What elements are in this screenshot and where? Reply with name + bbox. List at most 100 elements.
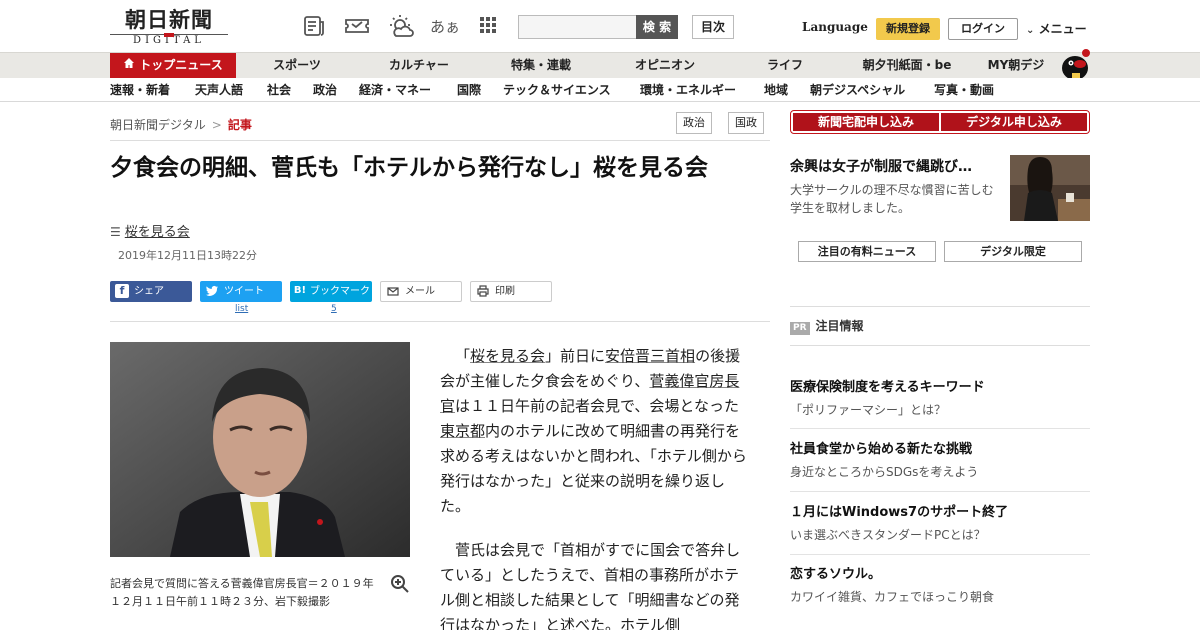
nav2-tech-science[interactable]: テック＆サイエンス xyxy=(503,78,611,102)
search-button[interactable]: 検 索 xyxy=(636,15,678,39)
home-icon xyxy=(123,53,135,78)
breadcrumb-separator: > xyxy=(211,118,222,132)
login-button[interactable]: ログイン xyxy=(948,18,1018,40)
photo-caption: 記者会見で質問に答える菅義偉官房長官＝２０１９年１２月１１日午前１１時２３分、岩… xyxy=(110,577,374,608)
menu-label: メニュー xyxy=(1038,22,1087,36)
nav-features[interactable]: 特集・連載 xyxy=(496,53,586,78)
nav2-special[interactable]: 朝デジスペシャル xyxy=(810,78,905,102)
mail-share-button[interactable]: メール xyxy=(380,281,462,302)
divider xyxy=(790,306,1090,307)
pr-list-item[interactable]: １月にはWindows7のサポート終了 いま選ぶべきスタンダードPCとは？ xyxy=(790,503,1090,545)
pr-item-title[interactable]: 社員食堂から始める新たな挑戦 xyxy=(790,440,1090,460)
pr-item-subtitle: 「ポリファーマシー」とは？ xyxy=(790,403,947,417)
mascot-icon[interactable] xyxy=(1058,46,1092,80)
print-label: 印刷 xyxy=(495,286,515,297)
divider xyxy=(790,428,1090,429)
secondary-nav: 速報・新着 天声人語 社会 政治 経済・マネー 国際 テック＆サイエンス 環境・… xyxy=(0,78,1200,102)
primary-nav: トップニュース スポーツ カルチャー 特集・連載 オピニオン ライフ 朝夕刊紙面… xyxy=(0,52,1200,78)
nav2-society[interactable]: 社会 xyxy=(267,78,291,102)
twitter-count-link[interactable]: list xyxy=(235,304,248,314)
divider xyxy=(790,345,1090,346)
article-paragraph: 「桜を見る会」前日に安倍晋三首相の後援会が主催した夕食会をめぐり、菅義偉官房長官… xyxy=(440,344,750,519)
nav-top-news[interactable]: トップニュース xyxy=(110,53,236,78)
pr-item-subtitle: カワイイ雑貨、カフェでほっこり朝食 xyxy=(790,590,995,604)
list-icon: ☰ xyxy=(110,225,121,239)
nav-culture[interactable]: カルチャー xyxy=(374,53,464,78)
promo-description: 大学サークルの理不尽な慣習に苦しむ学生を取材しました。 xyxy=(790,183,994,215)
nav2-breaking[interactable]: 速報・新着 xyxy=(110,78,170,102)
nav2-photo-video[interactable]: 写真・動画 xyxy=(934,78,994,102)
nav2-region[interactable]: 地域 xyxy=(764,78,788,102)
hatena-count-link[interactable]: 5 xyxy=(331,304,337,314)
weather-icon[interactable] xyxy=(386,14,416,40)
keyword-link-abe[interactable]: 安倍晋三首相 xyxy=(605,347,695,365)
nav2-economy[interactable]: 経済・マネー xyxy=(359,78,431,102)
newspaper-icon[interactable] xyxy=(301,14,327,40)
pr-list-item[interactable]: 医療保険制度を考えるキーワード 「ポリファーマシー」とは？ xyxy=(790,378,1090,420)
zoom-icon[interactable] xyxy=(390,574,410,594)
pr-item-title[interactable]: １月にはWindows7のサポート終了 xyxy=(790,503,1090,523)
register-button[interactable]: 新規登録 xyxy=(876,18,940,40)
site-logo[interactable]: 朝日新聞 DIGITAL xyxy=(110,8,228,48)
apps-grid-icon[interactable] xyxy=(475,14,501,40)
facebook-share-button[interactable]: f シェア xyxy=(110,281,192,302)
search-input[interactable] xyxy=(518,15,636,39)
series-label[interactable]: 桜を見る会 xyxy=(125,225,190,240)
nav2-politics[interactable]: 政治 xyxy=(313,78,337,102)
article-headline: 夕食会の明細、菅氏も「ホテルから発行なし」桜を見る会 xyxy=(110,155,708,181)
pr-list-item[interactable]: 社員食堂から始める新たな挑戦 身近なところからSDGsを考えよう xyxy=(790,440,1090,482)
twitter-share-button[interactable]: ツイート xyxy=(200,281,282,302)
pr-item-subtitle: 身近なところからSDGsを考えよう xyxy=(790,465,979,479)
hatena-icon: B! xyxy=(293,285,307,296)
keyword-link-sakura[interactable]: 桜を見る会 xyxy=(470,347,545,365)
menu-button[interactable]: ⌄ メニュー xyxy=(1026,20,1087,37)
article-date: 2019年12月11日13時22分 xyxy=(118,249,257,262)
pr-item-title[interactable]: 恋するソウル。 xyxy=(790,565,1090,585)
article-photo[interactable] xyxy=(110,342,410,557)
paid-news-button[interactable]: 注目の有料ニュース xyxy=(798,241,936,262)
subscription-box: 新聞宅配申し込み デジタル申し込み xyxy=(790,110,1090,134)
hatena-bookmark-button[interactable]: B! ブックマーク xyxy=(290,281,372,302)
divider xyxy=(790,491,1090,492)
pr-heading-label: 注目情報 xyxy=(815,319,864,333)
toc-button[interactable]: 目次 xyxy=(692,15,734,39)
mail-share-label: メール xyxy=(405,286,435,297)
keyword-link-tokyo[interactable]: 東京都 xyxy=(440,422,485,440)
nav2-tenseijingo[interactable]: 天声人語 xyxy=(195,78,243,102)
ticket-icon[interactable] xyxy=(342,14,372,40)
printer-icon xyxy=(476,285,490,299)
chevron-down-icon: ⌄ xyxy=(1026,25,1035,36)
tag-politics[interactable]: 政治 xyxy=(676,112,712,134)
nav2-environment[interactable]: 環境・エネルギー xyxy=(640,78,736,102)
series-link[interactable]: ☰ 桜を見る会 xyxy=(110,221,190,240)
font-size-icon[interactable]: あぁ xyxy=(430,14,460,40)
newspaper-subscribe-button[interactable]: 新聞宅配申し込み xyxy=(793,113,939,131)
nav-opinion[interactable]: オピニオン xyxy=(620,53,710,78)
tag-national-politics[interactable]: 国政 xyxy=(728,112,764,134)
hatena-share-label: ブックマーク xyxy=(310,286,370,297)
print-button[interactable]: 印刷 xyxy=(470,281,552,302)
facebook-share-label: シェア xyxy=(134,286,164,297)
pr-list-item[interactable]: 恋するソウル。 カワイイ雑貨、カフェでほっこり朝食 xyxy=(790,565,1090,607)
article-body: 「桜を見る会」前日に安倍晋三首相の後援会が主催した夕食会をめぐり、菅義偉官房長官… xyxy=(440,344,750,630)
pr-item-subtitle: いま選ぶべきスタンダードPCとは？ xyxy=(790,528,986,542)
digital-only-button[interactable]: デジタル限定 xyxy=(944,241,1082,262)
twitter-share-label: ツイート xyxy=(224,286,264,297)
digital-subscribe-button[interactable]: デジタル申し込み xyxy=(941,113,1087,131)
twitter-bird-icon xyxy=(205,284,219,298)
divider xyxy=(110,321,770,322)
nav-life[interactable]: ライフ xyxy=(750,53,820,78)
nav-paper-edition[interactable]: 朝夕刊紙面・be xyxy=(848,53,966,78)
article-paragraph: 菅氏は会見で「首相がすでに国会で答弁している」としたうえで、首相の事務所がホテル… xyxy=(440,541,741,630)
text-span: 」前日に xyxy=(545,347,606,365)
breadcrumb-home[interactable]: 朝日新聞デジタル xyxy=(110,118,206,132)
nav2-international[interactable]: 国際 xyxy=(457,78,481,102)
pr-item-title[interactable]: 医療保険制度を考えるキーワード xyxy=(790,378,1090,398)
promo-headline[interactable]: 余興は女子が制服で縄跳び… xyxy=(790,156,996,176)
nav-my-asadigi[interactable]: MY朝デジ xyxy=(978,53,1054,78)
nav-top-news-label: トップニュース xyxy=(139,58,223,72)
language-link[interactable]: Language xyxy=(802,20,868,34)
promo-thumbnail[interactable] xyxy=(1010,155,1090,221)
nav-sports[interactable]: スポーツ xyxy=(258,53,336,78)
logo-wordmark: 朝日新聞 xyxy=(125,7,213,32)
